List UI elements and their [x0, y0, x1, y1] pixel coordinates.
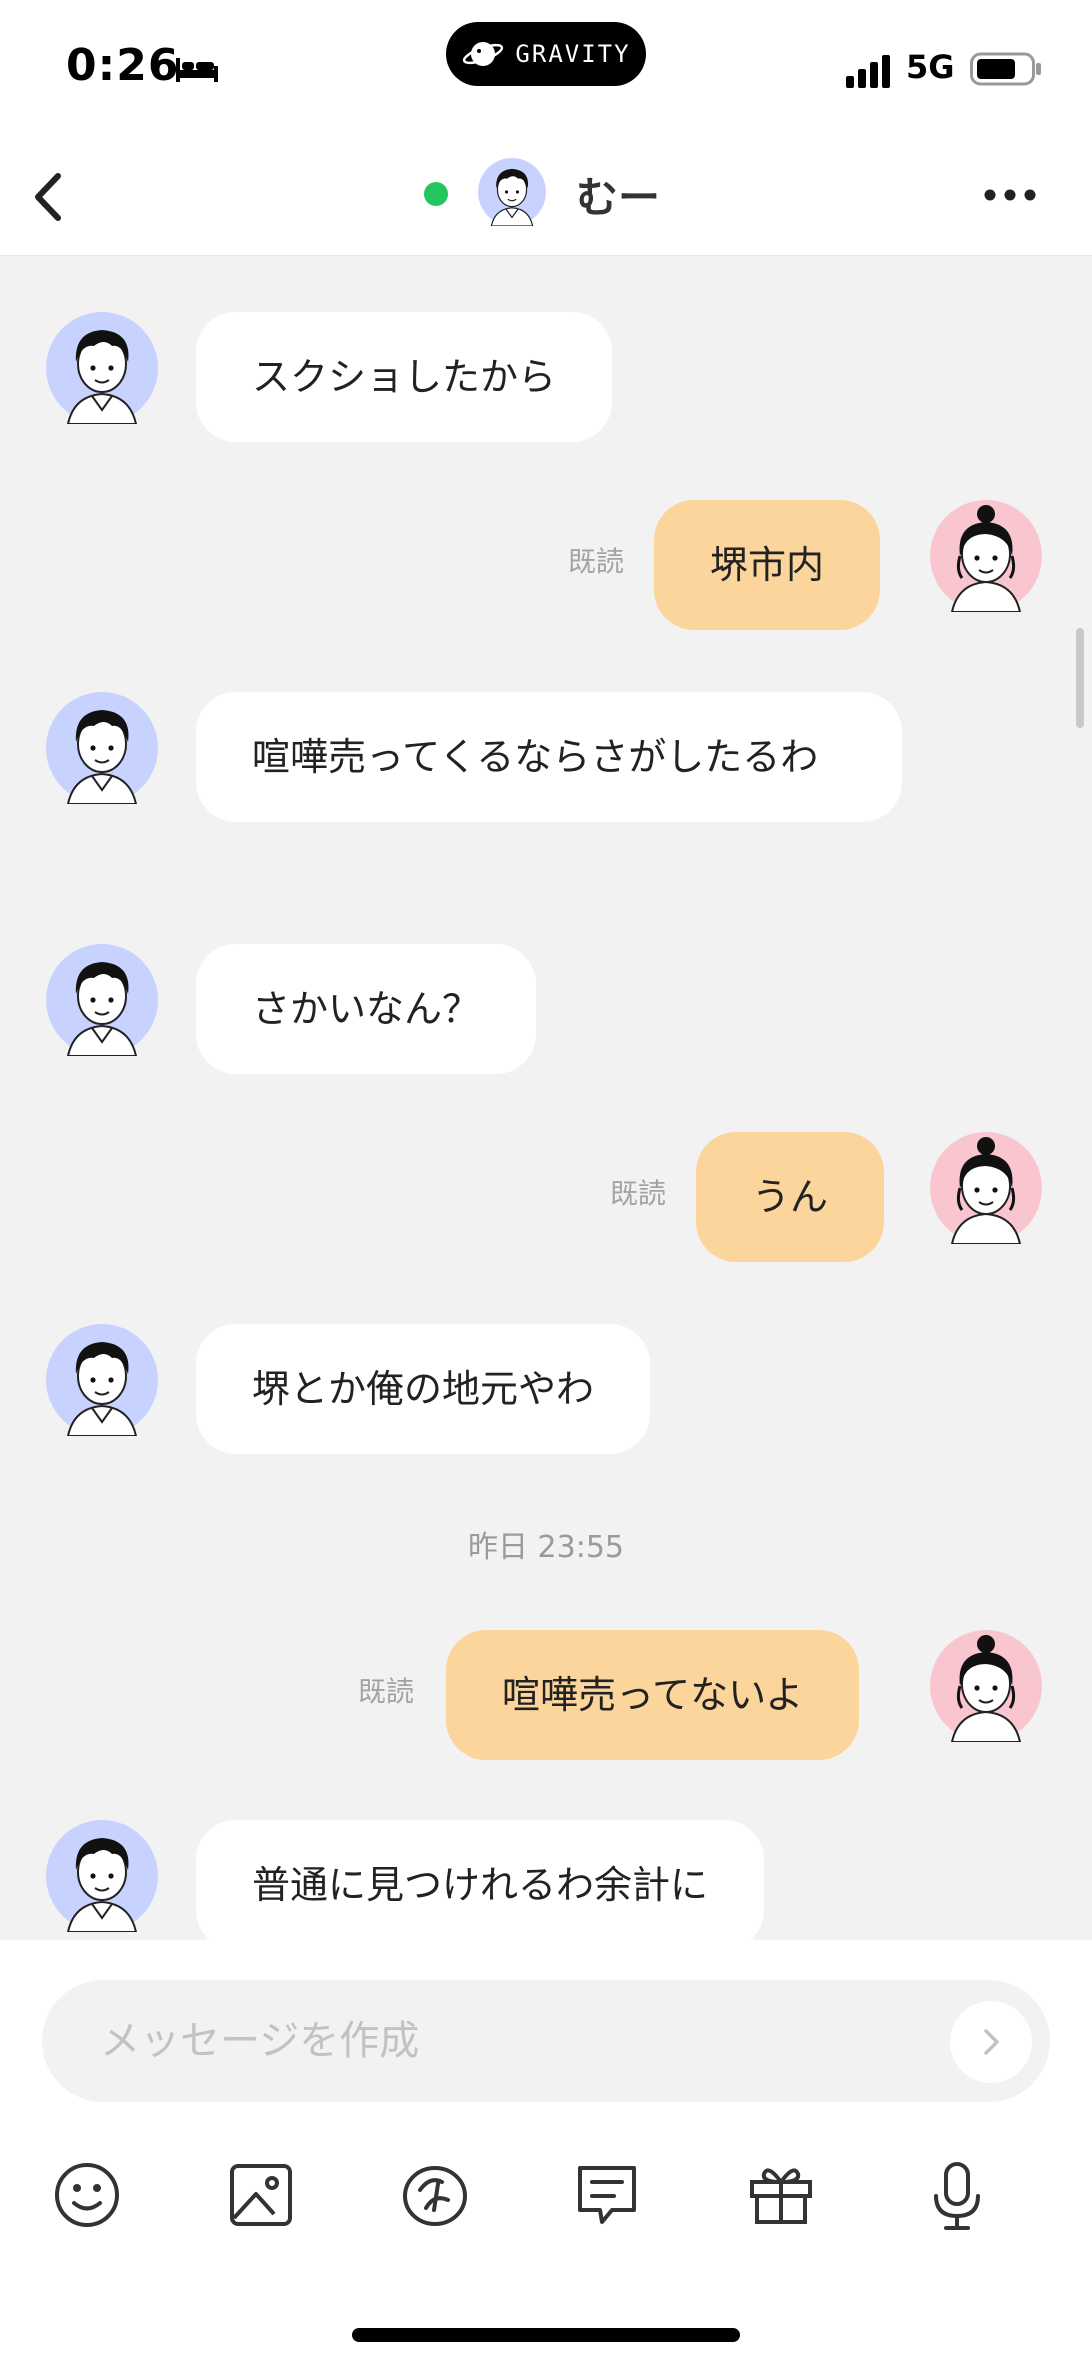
chevron-right-icon: [984, 2029, 999, 2055]
avatar[interactable]: [46, 1820, 158, 1932]
signal-icon: [846, 55, 890, 88]
message-input-container: [42, 1980, 1050, 2102]
avatar[interactable]: [478, 158, 546, 226]
message-input[interactable]: [100, 2002, 900, 2080]
composer-toolbar: [0, 2150, 1092, 2260]
gift-icon[interactable]: [736, 2150, 826, 2240]
home-indicator[interactable]: [352, 2328, 740, 2342]
avatar[interactable]: [930, 1630, 1042, 1742]
avatar[interactable]: [46, 944, 158, 1056]
avatar[interactable]: [930, 500, 1042, 612]
sticker-icon[interactable]: [390, 2150, 480, 2240]
bed-icon: [176, 58, 218, 82]
send-button[interactable]: [950, 2001, 1032, 2083]
message-bubble-outgoing[interactable]: 喧嘩売ってないよ: [446, 1630, 860, 1760]
message-bubble-incoming[interactable]: 堺とか俺の地元やわ: [196, 1324, 651, 1454]
status-time: 0:26: [66, 40, 180, 91]
message-bubble-outgoing[interactable]: 堺市内: [654, 500, 881, 630]
dynamic-island: GRAVITY: [446, 22, 646, 86]
more-icon[interactable]: [980, 180, 1040, 210]
image-icon[interactable]: [216, 2150, 306, 2240]
back-icon[interactable]: [18, 162, 78, 232]
message-bubble-incoming[interactable]: 普通に見つけれるわ余計に: [196, 1820, 765, 1940]
composer: [0, 1940, 1092, 2364]
avatar[interactable]: [46, 1324, 158, 1436]
read-receipt: 既読: [568, 545, 625, 578]
emoji-icon[interactable]: [42, 2150, 132, 2240]
template-message-icon[interactable]: [562, 2150, 652, 2240]
microphone-icon[interactable]: [912, 2150, 1002, 2240]
planet-logo-icon: [463, 42, 504, 66]
chat-header: むー: [0, 140, 1092, 256]
battery-icon: [970, 52, 1041, 86]
status-bar: 0:26 GRAVITY 5G: [0, 0, 1092, 140]
avatar[interactable]: [46, 692, 158, 804]
scrollbar[interactable]: [1076, 628, 1084, 728]
read-receipt: 既読: [358, 1675, 415, 1708]
chat-partner-name[interactable]: むー: [576, 164, 660, 225]
message-bubble-outgoing[interactable]: うん: [696, 1132, 885, 1262]
network-type: 5G: [906, 48, 955, 86]
message-list[interactable]: スクショしたから 既読 堺市内 喧嘩売ってくるならさがしたるわ さかいなん？ 既…: [0, 256, 1092, 1940]
island-label: GRAVITY: [515, 40, 631, 68]
read-receipt: 既読: [610, 1177, 667, 1210]
message-bubble-incoming[interactable]: さかいなん？: [196, 944, 537, 1074]
avatar[interactable]: [46, 312, 158, 424]
avatar[interactable]: [930, 1132, 1042, 1244]
timestamp: 昨日 23:55: [468, 1530, 624, 1565]
message-bubble-incoming[interactable]: 喧嘩売ってくるならさがしたるわ: [196, 692, 902, 822]
message-bubble-incoming[interactable]: スクショしたから: [196, 312, 613, 442]
online-status-dot: [424, 182, 448, 206]
